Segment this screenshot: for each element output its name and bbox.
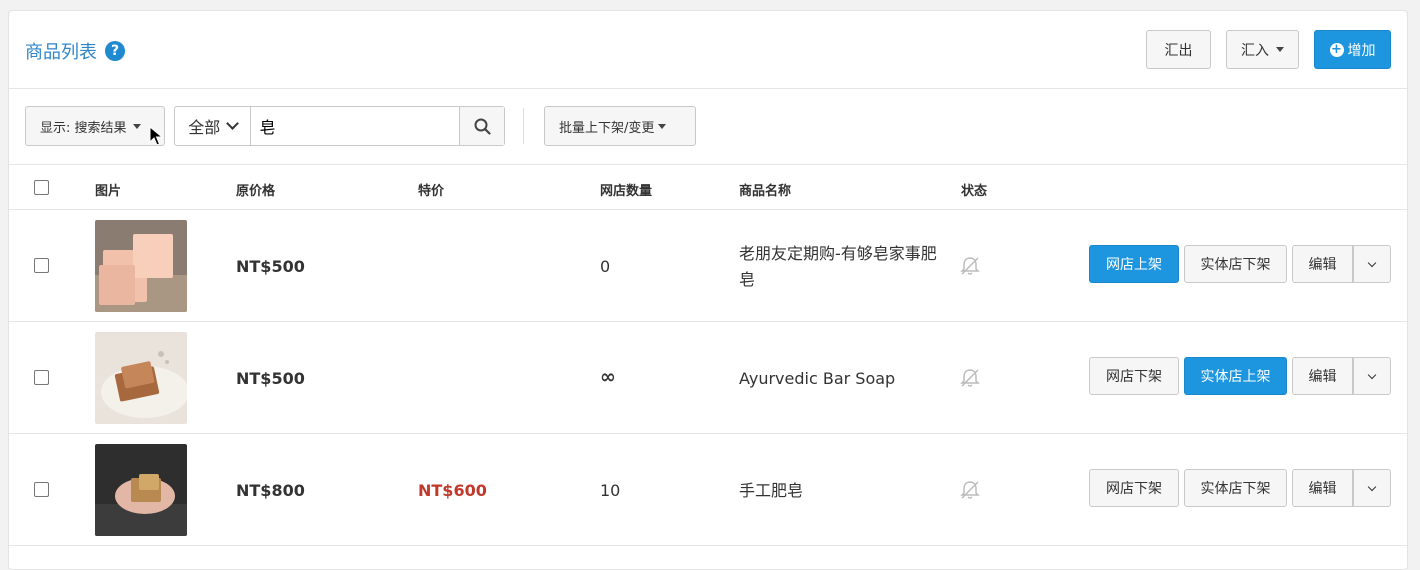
chevron-down-icon: [226, 117, 240, 130]
store-listing-button[interactable]: 实体店下架: [1184, 469, 1287, 507]
caret-down-icon: [658, 123, 667, 129]
row-checkbox[interactable]: [34, 258, 49, 273]
original-price: NT$800: [236, 481, 305, 500]
table-header: 图片 原价格 特价 网店数量 商品名称 状态: [9, 164, 1407, 210]
product-list-panel: 商品列表 ? 汇出 汇入 + 增加 显示: 搜索结果 全部 皂 批量上下架/变更…: [8, 10, 1408, 570]
import-button[interactable]: 汇入: [1226, 30, 1299, 69]
soap-image: [95, 444, 187, 536]
scope-select-label: 全部: [188, 118, 221, 137]
store-listing-label: 实体店下架: [1200, 257, 1271, 273]
export-button[interactable]: 汇出: [1146, 30, 1211, 69]
page-title: 商品列表 ?: [25, 38, 125, 64]
chevron-down-icon: [1367, 482, 1377, 491]
search-group: 全部: [174, 106, 505, 146]
soap-image: [95, 332, 187, 424]
edit-button-label: 编辑: [1308, 369, 1337, 385]
bell-off-icon: [960, 481, 980, 499]
online-listing-label: 网店下架: [1106, 481, 1162, 497]
store-listing-label: 实体店上架: [1200, 369, 1271, 385]
edit-button[interactable]: 编辑: [1292, 469, 1353, 507]
product-name[interactable]: Ayurvedic Bar Soap: [739, 366, 939, 392]
col-image: 图片: [95, 184, 122, 199]
table-row: NT$500 0 老朋友定期购-有够皂家事肥皂 网店上架 实体店下架 编辑: [9, 210, 1407, 322]
online-listing-label: 网店上架: [1106, 257, 1162, 273]
table-row: NT$800 NT$600 10 手工肥皂 网店下架 实体店下架 编辑: [9, 434, 1407, 546]
search-icon: [474, 118, 491, 135]
bulk-action-label: 批量上下架/变更: [559, 120, 655, 136]
online-qty: 10: [600, 481, 621, 500]
row-checkbox[interactable]: [34, 370, 49, 385]
online-qty: ∞: [600, 366, 616, 388]
more-actions-button[interactable]: [1353, 469, 1391, 507]
store-listing-label: 实体店下架: [1200, 481, 1271, 497]
panel-header: 商品列表 ? 汇出 汇入 + 增加: [9, 11, 1407, 89]
display-select[interactable]: 显示: 搜索结果: [25, 106, 165, 146]
scope-select[interactable]: 全部: [175, 107, 252, 145]
edit-button-label: 编辑: [1308, 257, 1337, 273]
export-button-label: 汇出: [1164, 42, 1193, 59]
row-checkbox[interactable]: [34, 482, 49, 497]
filter-toolbar: 显示: 搜索结果 全部 批量上下架/变更: [9, 89, 1407, 165]
bulk-action-button[interactable]: 批量上下架/变更: [544, 106, 696, 146]
mouse-cursor-icon: [149, 126, 163, 146]
product-thumbnail[interactable]: [95, 220, 187, 312]
more-actions-button[interactable]: [1353, 357, 1391, 395]
table-row: NT$500 ∞ Ayurvedic Bar Soap 网店下架 实体店上架 编…: [9, 322, 1407, 434]
soap-image: [95, 220, 187, 312]
display-select-label: 显示: 搜索结果: [40, 120, 127, 136]
edit-button[interactable]: 编辑: [1292, 357, 1353, 395]
store-listing-button[interactable]: 实体店下架: [1184, 245, 1287, 283]
online-listing-button[interactable]: 网店上架: [1089, 245, 1179, 283]
chevron-down-icon: [1367, 370, 1377, 379]
col-online-qty: 网店数量: [600, 184, 653, 199]
add-button[interactable]: + 增加: [1314, 30, 1391, 69]
special-price: NT$600: [418, 481, 487, 500]
col-name: 商品名称: [739, 184, 792, 199]
online-qty: 0: [600, 257, 611, 276]
product-name[interactable]: 老朋友定期购-有够皂家事肥皂: [739, 241, 939, 293]
select-all-checkbox[interactable]: [34, 180, 49, 195]
chevron-down-icon: [1367, 258, 1377, 267]
edit-button[interactable]: 编辑: [1292, 245, 1353, 283]
online-listing-button[interactable]: 网店下架: [1089, 357, 1179, 395]
search-input[interactable]: [251, 107, 460, 145]
help-icon[interactable]: ?: [105, 41, 125, 61]
import-button-label: 汇入: [1241, 42, 1269, 59]
toolbar-divider: [523, 108, 524, 144]
online-listing-button[interactable]: 网店下架: [1089, 469, 1179, 507]
original-price: NT$500: [236, 257, 305, 276]
caret-down-icon: [1276, 47, 1284, 52]
product-name[interactable]: 手工肥皂: [739, 478, 939, 504]
plus-circle-icon: +: [1329, 42, 1344, 57]
edit-button-label: 编辑: [1308, 481, 1337, 497]
product-thumbnail[interactable]: [95, 444, 187, 536]
product-thumbnail[interactable]: [95, 332, 187, 424]
col-status: 状态: [961, 184, 988, 199]
original-price: NT$500: [236, 369, 305, 388]
caret-down-icon: [132, 123, 141, 129]
search-button[interactable]: [459, 107, 504, 145]
col-original-price: 原价格: [236, 184, 276, 199]
store-listing-button[interactable]: 实体店上架: [1184, 357, 1287, 395]
bell-off-icon: [960, 257, 980, 275]
online-listing-label: 网店下架: [1106, 369, 1162, 385]
add-button-label: 增加: [1347, 42, 1376, 59]
col-special-price: 特价: [418, 184, 445, 199]
more-actions-button[interactable]: [1353, 245, 1391, 283]
page-title-text: 商品列表: [25, 42, 97, 63]
bell-off-icon: [960, 369, 980, 387]
